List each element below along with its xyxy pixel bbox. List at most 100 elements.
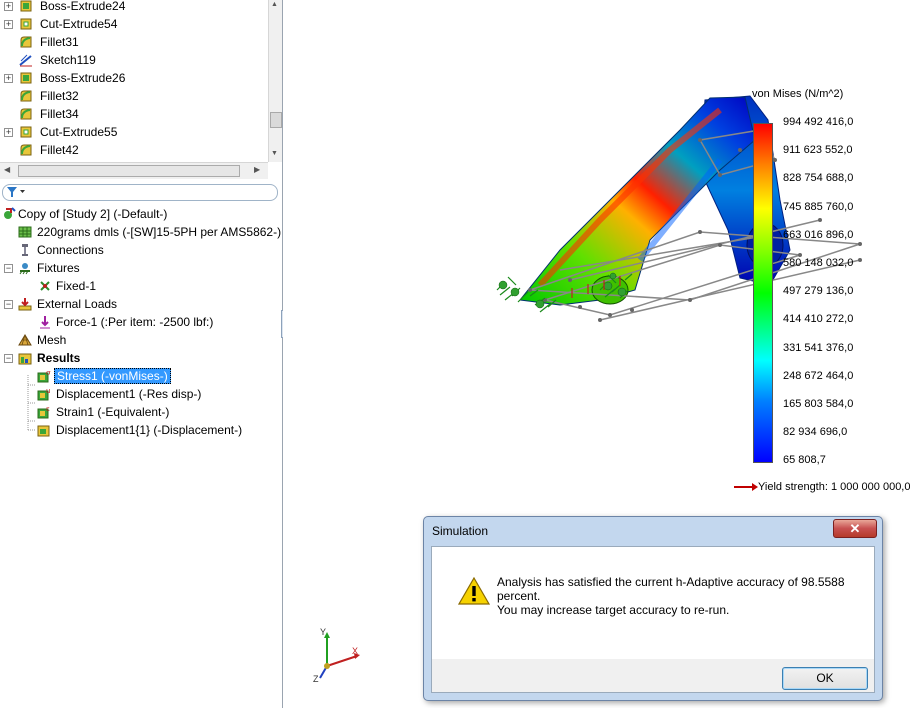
mesh-node[interactable]: Mesh	[0, 331, 280, 349]
results-node[interactable]: − Results	[0, 349, 280, 367]
part-node[interactable]: 220grams dmls (-[SW]15-5PH per AMS5862-)	[0, 223, 282, 241]
legend-tick-label: 994 492 416,0	[783, 116, 854, 128]
tree-item-boss-extrude26[interactable]: + Boss-Extrude26	[0, 69, 268, 87]
strain-plot-icon: ε	[37, 405, 50, 419]
tree-item-label: Fillet31	[40, 35, 79, 49]
yield-strength-label: Yield strength: 1 000 000 000,0	[758, 481, 910, 493]
legend-tick-label: 663 016 896,0	[783, 228, 854, 241]
view-triad[interactable]: Y X Z	[312, 626, 362, 684]
part-label: 220grams dmls (-[SW]15-5PH per AMS5862-)	[37, 225, 282, 239]
tree-item-fillet42[interactable]: Fillet42	[0, 141, 268, 159]
force-node[interactable]: Force-1 (:Per item: -2500 lbf:)	[0, 313, 280, 331]
legend-tick-label: 828 754 688,0	[783, 172, 854, 185]
tree-item-label: Cut-Extrude55	[40, 125, 118, 139]
filter-icon[interactable]	[6, 186, 26, 198]
results-folder-icon	[18, 353, 32, 365]
fixtures-icon	[19, 263, 30, 275]
triad-x-label: X	[352, 646, 358, 656]
expand-icon[interactable]: +	[4, 2, 13, 11]
warning-icon	[458, 577, 490, 605]
legend-tick-label: 165 803 584,0	[783, 398, 854, 410]
scroll-left-icon[interactable]: ◀	[4, 165, 10, 174]
displacement-result-node[interactable]: u Displacement1 (-Res disp-)	[0, 385, 280, 403]
tree-item-fillet32[interactable]: Fillet32	[0, 87, 268, 105]
collapse-icon[interactable]: −	[4, 264, 13, 273]
scroll-thumb[interactable]	[270, 112, 282, 128]
ok-button[interactable]: OK	[782, 667, 868, 690]
study-label: Copy of [Study 2] (-Default-)	[18, 207, 168, 221]
dialog-message: Analysis has satisfied the current h-Ada…	[497, 575, 862, 617]
feature-tree-vertical-scrollbar[interactable]: ▲ ▼	[268, 0, 282, 162]
tree-item-label: Boss-Extrude26	[40, 71, 126, 85]
expand-icon[interactable]: +	[4, 20, 13, 29]
tree-item-label: Sketch119	[40, 53, 96, 67]
stress-result-node[interactable]: σ Stress1 (-vonMises-)	[0, 367, 280, 385]
strain-result-node[interactable]: ε Strain1 (-Equivalent-)	[0, 403, 280, 421]
feature-tree: + Boss-Extrude24 + Cut-Extrude54 Fillet3…	[0, 0, 268, 162]
tree-item-cut-extrude55[interactable]: + Cut-Extrude55	[0, 123, 268, 141]
legend-title: von Mises (N/m^2)	[752, 88, 844, 100]
displacement2-result-node[interactable]: Displacement1{1} (-Displacement-)	[0, 421, 280, 439]
scroll-right-icon[interactable]: ▶	[254, 165, 260, 174]
connections-label: Connections	[37, 243, 104, 257]
legend-tick-label: 331 541 376,0	[783, 341, 854, 354]
tree-item-fillet31[interactable]: Fillet31	[0, 33, 268, 51]
sketch-icon	[19, 54, 32, 67]
scroll-down-icon[interactable]: ▼	[271, 150, 278, 157]
yield-strength-marker: Yield strength: 1 000 000 000,0	[734, 481, 910, 493]
study-icon	[4, 207, 16, 219]
strain-result-label: Strain1 (-Equivalent-)	[56, 405, 170, 419]
triad-y-label: Y	[320, 627, 326, 637]
fixtures-node[interactable]: − Fixtures	[0, 259, 280, 277]
displacement-plot-icon	[37, 425, 50, 437]
tree-item-label: Fillet34	[40, 107, 79, 121]
dialog-close-button[interactable]: ✕	[833, 519, 877, 538]
force-label: Force-1 (:Per item: -2500 lbf:)	[56, 315, 214, 329]
study-node[interactable]: Copy of [Study 2] (-Default-)	[0, 205, 280, 223]
collapse-icon[interactable]: −	[4, 300, 13, 309]
tree-item-label: Fillet42	[40, 143, 79, 157]
external-loads-label: External Loads	[37, 297, 118, 311]
scroll-thumb[interactable]	[18, 165, 240, 177]
fixed-icon	[40, 281, 50, 291]
simulation-dialog: Simulation ✕ Analysis has satisfied the …	[423, 516, 883, 701]
expand-icon[interactable]: +	[4, 74, 13, 83]
fixtures-label: Fixtures	[37, 261, 80, 275]
tree-item-boss-extrude24[interactable]: + Boss-Extrude24	[0, 0, 268, 15]
filter-bar	[0, 183, 280, 202]
tree-guide-lines	[27, 375, 36, 431]
fillet-icon	[20, 144, 32, 156]
feature-tree-horizontal-scrollbar[interactable]: ◀ ▶	[0, 162, 268, 179]
fixed-node[interactable]: Fixed-1	[0, 277, 280, 295]
scroll-up-icon[interactable]: ▲	[271, 1, 278, 8]
tree-item-cut-extrude54[interactable]: + Cut-Extrude54	[0, 15, 268, 33]
left-panel: + Boss-Extrude24 + Cut-Extrude54 Fillet3…	[0, 0, 283, 708]
connections-node[interactable]: Connections	[0, 241, 280, 259]
tree-item-sketch119[interactable]: Sketch119	[0, 51, 268, 69]
displacement2-result-label: Displacement1{1} (-Displacement-)	[56, 423, 243, 437]
tree-item-label: Boss-Extrude24	[40, 0, 126, 13]
dialog-footer: OK	[431, 659, 875, 693]
legend-tick-label: 497 279 136,0	[783, 285, 854, 298]
cut-extrude-icon	[20, 18, 32, 30]
tree-item-fillet34[interactable]: Fillet34	[0, 105, 268, 123]
mesh-icon	[18, 334, 32, 346]
filter-input[interactable]	[2, 184, 278, 201]
collapse-icon[interactable]: −	[4, 354, 13, 363]
expand-icon[interactable]: +	[4, 128, 13, 137]
triad-z-label: Z	[313, 674, 319, 684]
fixed-label: Fixed-1	[56, 279, 97, 293]
legend-tick-label: 82 934 696,0	[783, 426, 848, 439]
external-loads-node[interactable]: − External Loads	[0, 295, 280, 313]
dialog-body: Analysis has satisfied the current h-Ada…	[431, 546, 875, 661]
dialog-title: Simulation	[432, 524, 489, 538]
results-label: Results	[37, 351, 81, 365]
boss-extrude-icon	[20, 0, 32, 12]
mesh-label: Mesh	[37, 333, 67, 347]
force-arrow-icon	[40, 316, 50, 329]
fillet-icon	[20, 90, 32, 102]
stress-plot-icon: σ	[37, 369, 51, 383]
cut-extrude-icon	[20, 126, 32, 138]
svg-text:u: u	[46, 387, 50, 395]
displacement-plot-icon: u	[37, 387, 50, 401]
